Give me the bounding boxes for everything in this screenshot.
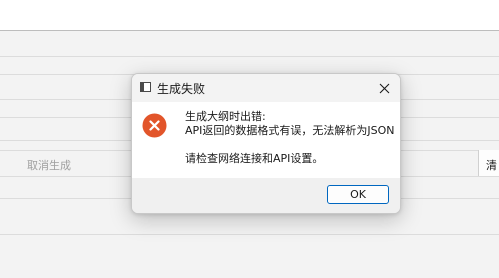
dialog-content: 生成大纲时出错: API返回的数据格式有误，无法解析为JSON 请检查网络连接和…	[132, 102, 400, 178]
dialog-title: 生成失败	[157, 82, 206, 96]
error-message-hint: 请检查网络连接和API设置。	[185, 152, 324, 165]
error-message-detail: API返回的数据格式有误，无法解析为JSON	[185, 124, 395, 137]
error-dialog: 生成失败 生成大纲时出错: API返回的数据格式有误，无法解析为JSON 请检查…	[131, 73, 401, 214]
dialog-footer: OK	[132, 178, 400, 213]
cancel-generate-button[interactable]: 取消生成	[27, 157, 71, 173]
close-button[interactable]	[368, 74, 400, 102]
error-message-heading: 生成大纲时出错:	[185, 110, 266, 123]
ok-button[interactable]: OK	[327, 185, 389, 204]
close-icon	[379, 83, 389, 93]
window-icon	[140, 82, 151, 92]
background-right-label: 清	[486, 159, 497, 172]
background-divider	[0, 234, 499, 235]
background-top-area	[0, 0, 499, 30]
background-divider	[0, 30, 499, 31]
background-divider	[0, 56, 499, 57]
error-circle-x-icon	[142, 113, 167, 138]
dialog-titlebar[interactable]: 生成失败	[132, 74, 400, 102]
